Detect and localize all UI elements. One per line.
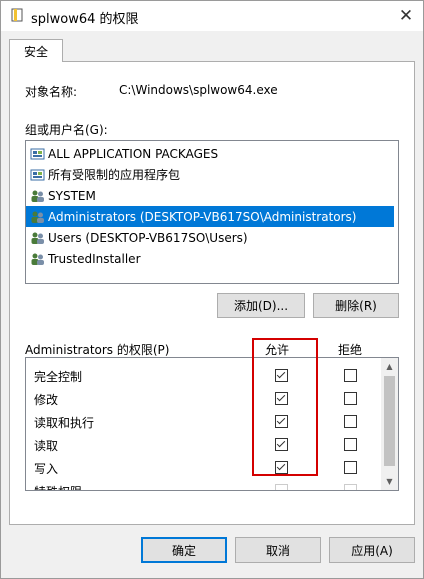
file-icon <box>11 8 23 22</box>
deny-checkbox[interactable] <box>344 484 357 490</box>
permission-row: 修改 <box>26 387 381 410</box>
list-item-label: Users (DESKTOP-VB617SO\Users) <box>48 230 248 245</box>
permissions-label: Administrators 的权限(P) <box>25 343 170 357</box>
scroll-up-icon[interactable]: ▲ <box>381 358 398 375</box>
deny-checkbox[interactable] <box>344 415 357 428</box>
permission-row: 读取和执行 <box>26 410 381 433</box>
permission-row: 完全控制 <box>26 364 381 387</box>
object-name-value: C:\Windows\splwow64.exe <box>119 83 278 97</box>
groups-listbox[interactable]: ALL APPLICATION PACKAGES 所有受限制的应用程序包 SYSTE… <box>25 140 399 284</box>
highlight-box <box>252 338 318 476</box>
deny-checkbox[interactable] <box>344 369 357 382</box>
list-item[interactable]: SYSTEM <box>30 185 96 206</box>
deny-checkbox[interactable] <box>344 392 357 405</box>
list-item-label: Administrators (DESKTOP-VB617SO\Administ… <box>48 209 357 224</box>
app-package-icon <box>30 168 46 182</box>
app-package-icon <box>30 147 46 161</box>
remove-button[interactable]: 删除(R) <box>313 293 399 318</box>
ok-button[interactable]: 确定 <box>141 537 227 563</box>
permission-label: 特殊权限 <box>34 483 82 490</box>
deny-checkbox[interactable] <box>344 438 357 451</box>
permission-label: 写入 <box>34 462 59 476</box>
add-button[interactable]: 添加(D)... <box>217 293 305 318</box>
permission-label: 完全控制 <box>34 370 83 384</box>
allow-checkbox[interactable] <box>275 484 288 490</box>
permissions-dialog: splwow64 的权限 ✕ 安全 对象名称: C:\Windows\splwo… <box>0 0 424 579</box>
list-item[interactable]: TrustedInstaller <box>30 248 141 269</box>
list-item[interactable]: 所有受限制的应用程序包 <box>30 164 180 185</box>
permissions-list: 特殊权限 写入 读取 读取和执行 修改 完全控制 ▲ ▼ <box>25 357 399 491</box>
list-item[interactable]: Users (DESKTOP-VB617SO\Users) <box>30 227 248 248</box>
list-item-label: TrustedInstaller <box>48 251 141 266</box>
list-item-label: SYSTEM <box>48 188 96 203</box>
users-icon <box>30 210 46 224</box>
permission-row: 特殊权限 <box>26 479 381 490</box>
list-item[interactable]: ALL APPLICATION PACKAGES <box>30 143 218 164</box>
permissions-scrollbar[interactable]: ▲ ▼ <box>381 358 398 490</box>
object-name-label: 对象名称: <box>25 85 78 99</box>
list-item[interactable]: Administrators (DESKTOP-VB617SO\Administ… <box>26 206 394 227</box>
permission-row: 读取 <box>26 433 381 456</box>
scrollbar-thumb[interactable] <box>384 376 395 466</box>
users-icon <box>30 189 46 203</box>
users-icon <box>30 231 46 245</box>
permission-row: 写入 <box>26 456 381 479</box>
list-item-label: 所有受限制的应用程序包 <box>48 168 181 182</box>
users-icon <box>30 252 46 266</box>
window-title: splwow64 的权限 <box>31 12 139 27</box>
permission-label: 读取和执行 <box>34 416 95 430</box>
list-item-label: ALL APPLICATION PACKAGES <box>48 146 219 161</box>
close-icon[interactable]: ✕ <box>389 1 423 31</box>
tab-security[interactable]: 安全 <box>9 39 63 62</box>
apply-button[interactable]: 应用(A) <box>329 537 415 563</box>
deny-column-header: 拒绝 <box>338 343 363 357</box>
scroll-down-icon[interactable]: ▼ <box>381 473 398 490</box>
groups-label: 组或用户名(G): <box>25 123 108 137</box>
permission-label: 修改 <box>34 393 59 407</box>
title-bar[interactable]: splwow64 的权限 ✕ <box>1 1 423 31</box>
cancel-button[interactable]: 取消 <box>235 537 321 563</box>
permission-label: 读取 <box>34 439 59 453</box>
deny-checkbox[interactable] <box>344 461 357 474</box>
